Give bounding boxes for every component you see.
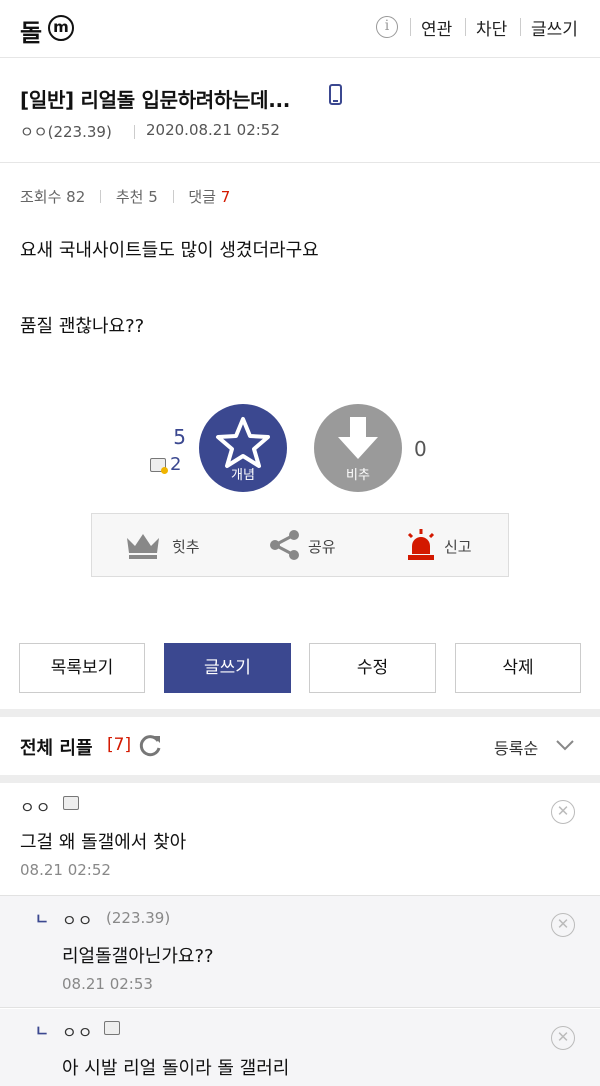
view-count: 조회수 82 xyxy=(20,188,86,206)
list-button[interactable]: 목록보기 xyxy=(19,643,145,693)
comment-reply-item: ㄴ ㅇㅇ 아 시발 리얼 돌이라 돌 갤러리 ✕ xyxy=(0,1009,600,1086)
close-icon[interactable]: ✕ xyxy=(551,800,575,824)
comment-reply-item: ㄴ ㅇㅇ (223.39) 리얼돌갤아닌가요?? 08.21 02:53 ✕ xyxy=(0,896,600,1008)
post-stats: 조회수 82 추천 5 댓글 7 xyxy=(20,186,230,207)
post-date: 2020.08.21 02:52 xyxy=(146,121,280,139)
sort-select[interactable]: 등록순 xyxy=(494,735,538,759)
mobile-icon xyxy=(329,84,342,105)
share-icon xyxy=(270,530,299,560)
reply-mark-icon: ㄴ xyxy=(35,1022,49,1040)
report-button[interactable]: 신고 xyxy=(404,514,494,576)
post-body-line: 품질 괜찮나요?? xyxy=(20,316,145,337)
post-writer[interactable]: ㅇㅇ(223.39) xyxy=(20,121,112,142)
info-icon[interactable]: i xyxy=(376,16,398,38)
hit-label: 힛추 xyxy=(172,538,200,556)
comment-nick[interactable]: ㅇㅇ xyxy=(20,794,51,818)
divider xyxy=(172,190,174,203)
report-label: 신고 xyxy=(444,538,472,556)
post-title: [일반] 리얼돌 입문하려하는데... xyxy=(20,88,291,112)
gallery-name[interactable]: 돌 xyxy=(20,13,42,48)
post-body-line: 요새 국내사이트들도 많이 생겼더라구요 xyxy=(20,240,319,261)
fixed-nick-icon xyxy=(63,796,79,810)
refresh-icon[interactable] xyxy=(137,733,163,759)
share-label: 공유 xyxy=(308,538,336,556)
related-link[interactable]: 연관 xyxy=(421,15,452,40)
fixed-nick-icon xyxy=(104,1021,120,1035)
recommend-count: 추천 5 xyxy=(115,188,158,206)
delete-button[interactable]: 삭제 xyxy=(455,643,581,693)
comment-text: 그걸 왜 돌갤에서 찾아 xyxy=(20,832,187,853)
comment-text: 리얼돌갤아닌가요?? xyxy=(62,946,214,967)
upvote-count: 5 xyxy=(173,425,186,449)
section-divider xyxy=(0,775,600,783)
chevron-down-icon[interactable] xyxy=(555,738,575,752)
reply-mark-icon: ㄴ xyxy=(35,910,49,928)
divider xyxy=(410,18,411,36)
reply-count-label: 댓글 xyxy=(188,188,216,206)
divider xyxy=(520,18,521,36)
downvote-count: 0 xyxy=(414,437,427,461)
close-icon[interactable]: ✕ xyxy=(551,1026,575,1050)
divider xyxy=(100,190,102,203)
top-bar: 돌 m i 연관 차단 글쓰기 xyxy=(0,0,600,58)
fixed-nick-icon xyxy=(150,458,168,474)
reply-total-count: [7] xyxy=(107,735,132,755)
edit-button[interactable]: 수정 xyxy=(309,643,436,693)
downvote-label: 비추 xyxy=(346,468,370,483)
close-icon[interactable]: ✕ xyxy=(551,913,575,937)
comment-nick[interactable]: ㅇㅇ xyxy=(62,907,93,931)
divider xyxy=(465,18,466,36)
fixed-upvote-count: 2 xyxy=(170,454,182,475)
reply-header: 전체 리플 [7] 등록순 xyxy=(0,717,600,777)
reply-count: 7 xyxy=(220,188,231,206)
comment-nick[interactable]: ㅇㅇ xyxy=(62,1019,93,1043)
action-box: 힛추 공유 신고 xyxy=(91,513,509,577)
hit-recommend-button[interactable]: 힛추 xyxy=(124,514,224,576)
share-button[interactable]: 공유 xyxy=(268,514,358,576)
comment-text: 아 시발 리얼 돌이라 돌 갤러리 xyxy=(62,1058,290,1079)
minor-gallery-badge: m xyxy=(48,15,74,41)
section-divider xyxy=(0,709,600,717)
upvote-button[interactable]: 개념 xyxy=(199,404,287,492)
comment-date: 08.21 02:52 xyxy=(20,861,111,879)
post-header: [일반] 리얼돌 입문하려하는데... ㅇㅇ(223.39) 2020.08.2… xyxy=(0,58,600,163)
downvote-button[interactable]: 비추 xyxy=(314,404,402,492)
block-link[interactable]: 차단 xyxy=(476,15,507,40)
write-link[interactable]: 글쓰기 xyxy=(531,15,578,40)
comment-date: 08.21 02:53 xyxy=(62,975,153,993)
comment-ip: (223.39) xyxy=(106,909,171,927)
divider xyxy=(134,125,135,139)
upvote-label: 개념 xyxy=(231,468,255,483)
comment-item: ㅇㅇ 그걸 왜 돌갤에서 찾아 08.21 02:52 ✕ xyxy=(0,783,600,896)
crown-icon xyxy=(127,534,159,559)
siren-icon xyxy=(407,529,435,560)
write-button[interactable]: 글쓰기 xyxy=(164,643,291,693)
reply-title: 전체 리플 xyxy=(20,738,93,759)
